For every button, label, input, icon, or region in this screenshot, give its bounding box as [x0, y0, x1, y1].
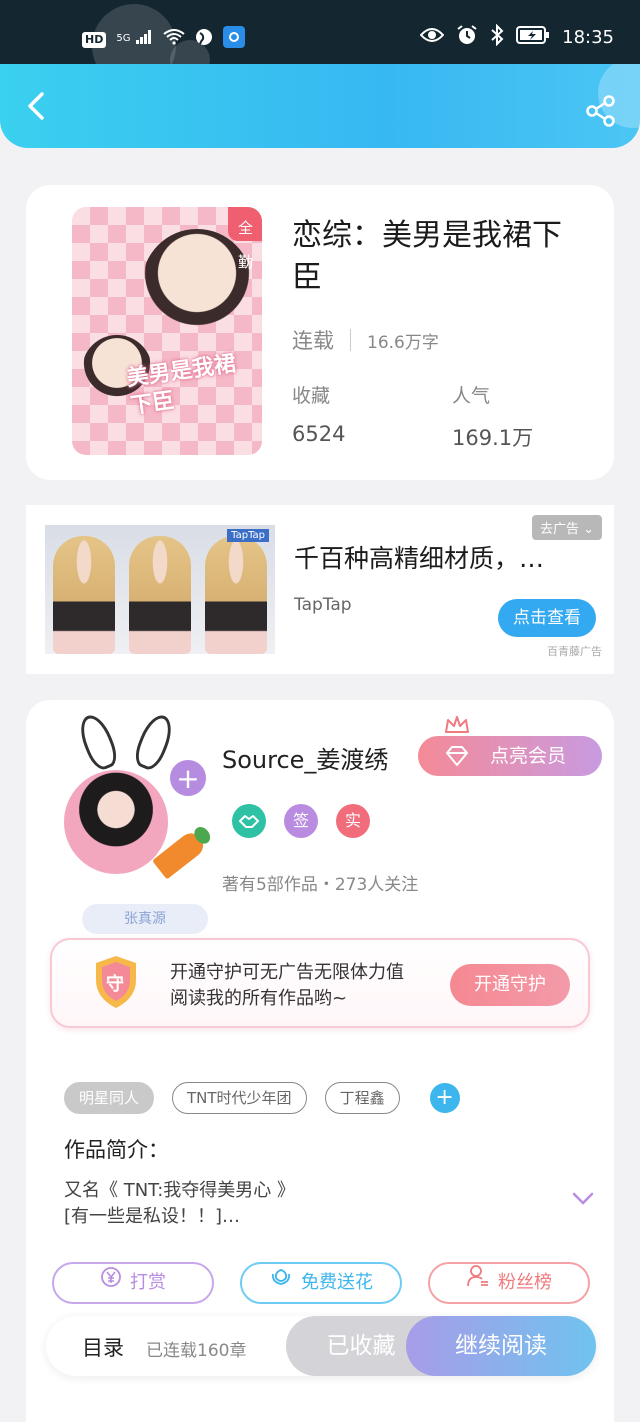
chevron-left-icon [28, 92, 44, 120]
send-flower-button[interactable]: 免费送花 [240, 1262, 402, 1304]
hd-icon: HD [82, 32, 107, 48]
ad-figure [205, 536, 267, 654]
diamond-icon [446, 746, 468, 766]
book-tags: 明星同人 TNT时代少年团 丁程鑫 + [64, 1082, 460, 1114]
action-buttons: 打赏 免费送花 粉丝榜 [52, 1262, 590, 1304]
tip-label: 打赏 [130, 1272, 166, 1293]
author-avatar-wrap[interactable]: + 张真源 [54, 710, 208, 934]
serial-status: 连载 [292, 329, 334, 353]
stat-popularity: 人气 169.1万 [452, 381, 533, 452]
plus-icon: + [435, 1085, 454, 1110]
verified-badge[interactable]: 实 [336, 804, 370, 838]
globe-icon [195, 28, 213, 52]
ad-image[interactable]: TapTap [45, 525, 275, 654]
add-tag-button[interactable]: + [429, 1083, 460, 1113]
status-bar: HD 5G 18:35 [0, 0, 640, 88]
ad-provider: 百青藤广告 [547, 645, 602, 658]
stat-value: 169.1万 [452, 426, 534, 450]
vip-button-label: 点亮会员 [489, 745, 566, 767]
intro-heading: 作品简介： [64, 1138, 169, 1162]
intro-line: [有一些是私设！！]… [64, 1206, 241, 1227]
continue-reading-button[interactable]: 继续阅读 [406, 1316, 596, 1376]
ad-image-tag: TapTap [227, 529, 269, 542]
wifi-icon [163, 29, 185, 51]
signed-badge[interactable]: 签 [284, 804, 318, 838]
tag-chip[interactable]: TNT时代少年团 [172, 1082, 307, 1114]
clock-time: 18:35 [562, 27, 614, 48]
ad-view-button[interactable]: 点击查看 [498, 599, 596, 637]
ad-figure [53, 536, 115, 654]
tag-chip[interactable]: 明星同人 [64, 1082, 155, 1114]
app-notification-icon [222, 26, 245, 54]
share-button[interactable] [584, 94, 618, 128]
guard-text-line: 开通守护可无广告无限体力值 [170, 962, 404, 983]
book-info-card: 美男是我裙下臣 全勤 恋综：美男是我裙下臣 连载 16.6万字 收藏 6524 … [26, 185, 614, 480]
bottom-action-bar: 目录 已连载160章 已收藏 继续阅读 [46, 1316, 596, 1376]
yen-icon [100, 1264, 122, 1302]
ad-banner[interactable]: TapTap 千百种高精细材质，… TapTap 去广告 ⌄ 点击查看 百青藤广… [26, 505, 614, 674]
stat-collections: 收藏 6524 [292, 381, 345, 446]
bluetooth-icon [490, 23, 504, 51]
book-meta: 连载 16.6万字 [292, 325, 439, 355]
author-card: + 张真源 Source_姜渡绣 点亮会员 签 实 著有5部作品・273人关注 … [26, 700, 614, 1422]
stat-value: 6524 [292, 422, 346, 446]
tag-chip[interactable]: 丁程鑫 [324, 1082, 400, 1114]
intro-line: 又名《 TNT:我夺得美男心 》 [64, 1180, 295, 1201]
guard-description: 开通守护可无广告无限体力值 阅读我的所有作品哟~ [170, 960, 404, 1012]
ad-headline: 千百种高精细材质，… [294, 544, 545, 573]
open-guard-button[interactable]: 开通守护 [450, 964, 570, 1006]
top-nav-bar [0, 64, 640, 148]
ad-source: TapTap [294, 595, 352, 615]
guard-text-line: 阅读我的所有作品哟~ [170, 988, 348, 1009]
cover-title-art: 美男是我裙下臣 [125, 351, 238, 420]
fan-ranking-label: 粉丝榜 [498, 1272, 552, 1293]
guard-banner[interactable]: 守 开通守护可无广告无限体力值 阅读我的所有作品哟~ 开通守护 [50, 938, 590, 1028]
signal-icon: 5G [116, 29, 153, 51]
author-name[interactable]: Source_姜渡绣 [222, 740, 388, 775]
alarm-icon [456, 24, 478, 51]
book-title: 恋综：美男是我裙下臣 [292, 218, 562, 295]
fan-ranking-button[interactable]: 粉丝榜 [428, 1262, 590, 1304]
follow-button[interactable]: + [168, 758, 208, 798]
bunny-ear [74, 710, 122, 774]
shield-label: 守 [106, 974, 124, 995]
word-count: 16.6万字 [367, 332, 439, 353]
remove-ad-button[interactable]: 去广告 ⌄ [531, 515, 602, 540]
crown-icon [445, 716, 469, 733]
toc-button[interactable]: 目录 [82, 1332, 124, 1362]
flower-icon [269, 1264, 293, 1302]
cover-portrait [142, 229, 252, 339]
author-stats: 著有5部作品・273人关注 [222, 875, 419, 895]
author-badges: 签 实 [232, 804, 370, 838]
stat-label: 收藏 [292, 385, 331, 407]
book-cover[interactable]: 美男是我裙下臣 全勤 [72, 207, 262, 455]
chapter-count: 已连载160章 [146, 1341, 247, 1361]
share-icon [586, 95, 615, 127]
send-flower-label: 免费送花 [301, 1272, 373, 1293]
chevron-down-icon[interactable] [572, 1192, 594, 1206]
plus-icon: + [176, 762, 200, 795]
eye-icon [419, 27, 445, 48]
battery-icon [516, 26, 550, 49]
vip-button[interactable]: 点亮会员 [418, 736, 602, 776]
intro-text[interactable]: 又名《 TNT:我夺得美男心 》 [有一些是私设！！]… [64, 1178, 295, 1230]
stat-label: 人气 [452, 385, 491, 407]
handshake-icon[interactable] [232, 804, 266, 838]
back-button[interactable] [18, 86, 58, 126]
bunny-ear [130, 710, 178, 774]
ad-figure [129, 536, 191, 654]
avatar-frame-tag: 张真源 [82, 904, 208, 934]
divider [350, 329, 351, 351]
tip-button[interactable]: 打赏 [52, 1262, 214, 1304]
full-attendance-badge: 全勤 [228, 207, 262, 271]
person-icon [466, 1264, 490, 1302]
